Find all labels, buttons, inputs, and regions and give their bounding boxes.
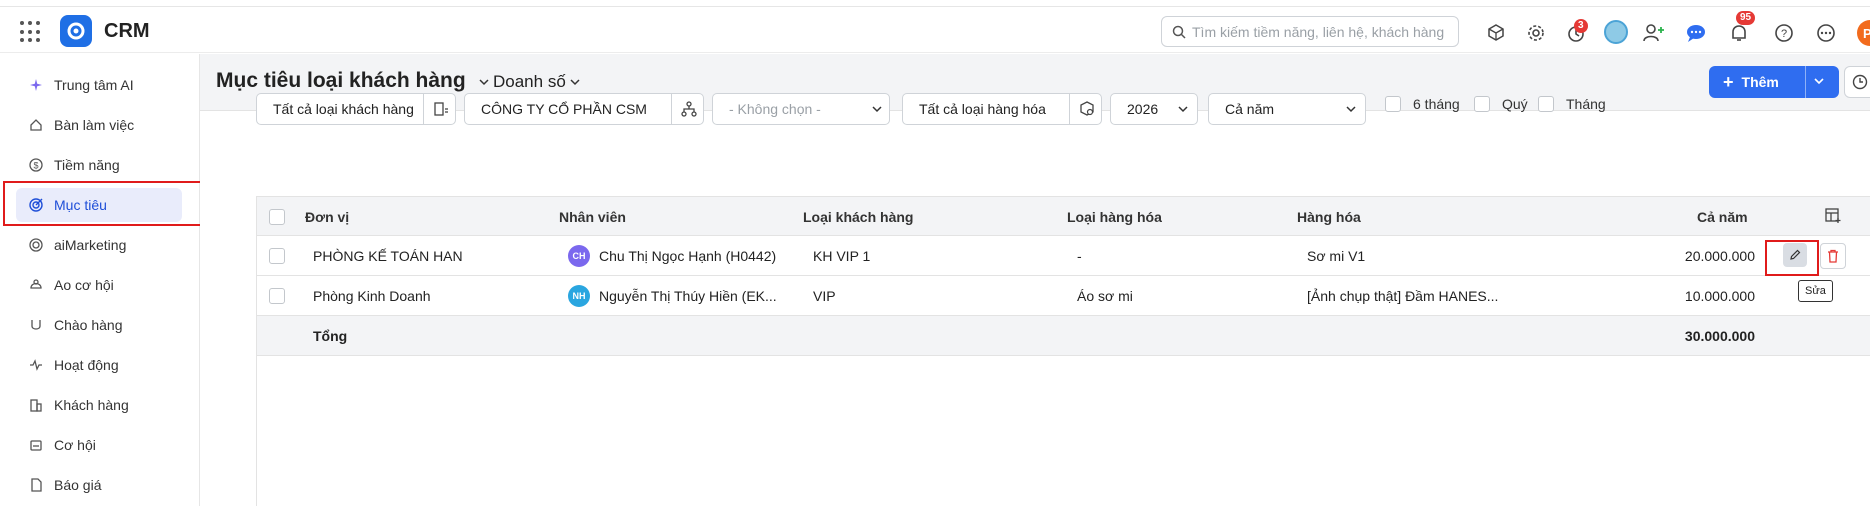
col-employee: Nhân viên [559, 209, 626, 225]
crm-logo-icon[interactable] [60, 15, 92, 47]
pool-icon [28, 277, 44, 293]
col-customer-type: Loại khách hàng [803, 209, 914, 225]
sidebar-item-aimarketing[interactable]: aiMarketing [16, 228, 182, 262]
sidebar-highlight-box [3, 181, 204, 226]
add-user-icon[interactable] [1642, 21, 1666, 45]
col-unit: Đơn vị [305, 209, 350, 225]
app-name: CRM [104, 20, 150, 42]
chevron-down-icon[interactable] [1813, 75, 1825, 87]
home-icon [28, 117, 44, 133]
search-icon [1172, 25, 1186, 39]
chat-icon[interactable] [1684, 21, 1708, 45]
user-avatar[interactable] [1604, 20, 1628, 44]
building-icon [28, 397, 44, 413]
quarter-checkbox[interactable]: Quý [1474, 96, 1528, 112]
box-search-icon[interactable] [1484, 21, 1508, 45]
six-months-checkbox[interactable]: 6 tháng [1385, 96, 1460, 112]
year-select[interactable]: 2026 [1110, 93, 1198, 125]
table-row[interactable]: PHÒNG KẾ TOÁN HAN CH Chu Thị Ngọc Hạnh (… [256, 236, 1870, 276]
delete-button[interactable] [1820, 243, 1846, 269]
top-bar: CRM Tìm kiếm tiềm năng, liên hệ, khách h… [0, 6, 1870, 53]
metric-selector[interactable]: Doanh số [475, 72, 584, 92]
more-icon[interactable] [1814, 21, 1838, 45]
chevron-down-icon [570, 79, 580, 86]
unit-select[interactable]: - Không chọn - [712, 93, 890, 125]
timer-badge: 3 [1574, 19, 1588, 33]
edit-highlight-box [1765, 240, 1819, 276]
search-placeholder: Tìm kiếm tiềm năng, liên hệ, khách hàng [1192, 23, 1445, 40]
row-checkbox[interactable] [269, 288, 285, 304]
month-checkbox[interactable]: Tháng [1538, 96, 1606, 112]
chevron-down-icon [1346, 106, 1356, 113]
table-empty-area [256, 356, 1870, 506]
column-settings-icon[interactable] [1825, 208, 1841, 224]
svg-text:?: ? [1781, 28, 1787, 40]
total-row: Tổng 30.000.000 [256, 316, 1870, 356]
sparkle-icon [28, 77, 44, 93]
col-year-total: Cả năm [1697, 209, 1748, 225]
building-list-icon[interactable] [433, 101, 449, 117]
help-icon[interactable]: ? [1772, 21, 1796, 45]
employee-avatar: CH [568, 245, 590, 267]
sidebar-item-leads[interactable]: $ Tiềm năng [16, 148, 182, 182]
box-settings-icon[interactable] [1079, 101, 1095, 117]
history-button[interactable] [1844, 66, 1870, 98]
select-all-checkbox[interactable] [269, 209, 285, 225]
row-checkbox[interactable] [269, 248, 285, 264]
svg-text:$: $ [33, 161, 38, 171]
table-header: Đơn vị Nhân viên Loại khách hàng Loại hà… [256, 196, 1870, 236]
plus-icon: + [1723, 71, 1734, 92]
notification-badge: 95 [1736, 11, 1756, 25]
sidebar: Trung tâm AI Bàn làm việc $ Tiềm năng Mụ… [0, 54, 200, 506]
chevron-down-icon [479, 79, 489, 86]
col-product-type: Loại hàng hóa [1067, 209, 1162, 225]
trash-icon [1828, 249, 1838, 263]
customer-type-filter[interactable]: Tất cả loại khách hàng [256, 93, 456, 125]
sidebar-item-offers[interactable]: Chào hàng [16, 308, 182, 342]
period-select[interactable]: Cả năm [1208, 93, 1366, 125]
employee-avatar: NH [568, 285, 590, 307]
chevron-down-icon [872, 106, 882, 113]
sidebar-item-ai-center[interactable]: Trung tâm AI [16, 68, 182, 102]
sidebar-item-opportunities[interactable]: Cơ hội [16, 428, 182, 462]
activity-icon [28, 357, 44, 373]
company-filter[interactable]: CÔNG TY CỔ PHẦN CSM [464, 93, 704, 125]
sidebar-item-customers[interactable]: Khách hàng [16, 388, 182, 422]
sidebar-item-quotes[interactable]: Báo giá [16, 468, 182, 502]
dollar-circle-icon: $ [28, 157, 44, 173]
offer-icon [28, 317, 44, 333]
table-row[interactable]: Phòng Kinh Doanh NH Nguyễn Thị Thúy Hiền… [256, 276, 1870, 316]
profile-avatar[interactable]: P [1857, 20, 1870, 46]
opportunity-icon [28, 437, 44, 453]
edit-tooltip: Sửa [1798, 280, 1833, 302]
gear-icon[interactable] [1524, 21, 1548, 45]
marketing-icon [28, 237, 44, 253]
sidebar-item-activities[interactable]: Hoạt động [16, 348, 182, 382]
clock-icon [1852, 74, 1868, 90]
chevron-down-icon [1178, 106, 1188, 113]
page-title: Mục tiêu loại khách hàng [216, 69, 466, 92]
sidebar-item-workspace[interactable]: Bàn làm việc [16, 108, 182, 142]
apps-grid-icon[interactable] [20, 21, 42, 43]
add-button[interactable]: + Thêm [1709, 66, 1839, 98]
product-type-filter[interactable]: Tất cả loại hàng hóa [902, 93, 1102, 125]
quote-icon [28, 477, 44, 493]
sidebar-item-opportunity-pool[interactable]: Ao cơ hội [16, 268, 182, 302]
col-product: Hàng hóa [1297, 209, 1361, 225]
search-input[interactable]: Tìm kiếm tiềm năng, liên hệ, khách hàng [1161, 16, 1459, 47]
org-tree-icon[interactable] [681, 101, 697, 117]
